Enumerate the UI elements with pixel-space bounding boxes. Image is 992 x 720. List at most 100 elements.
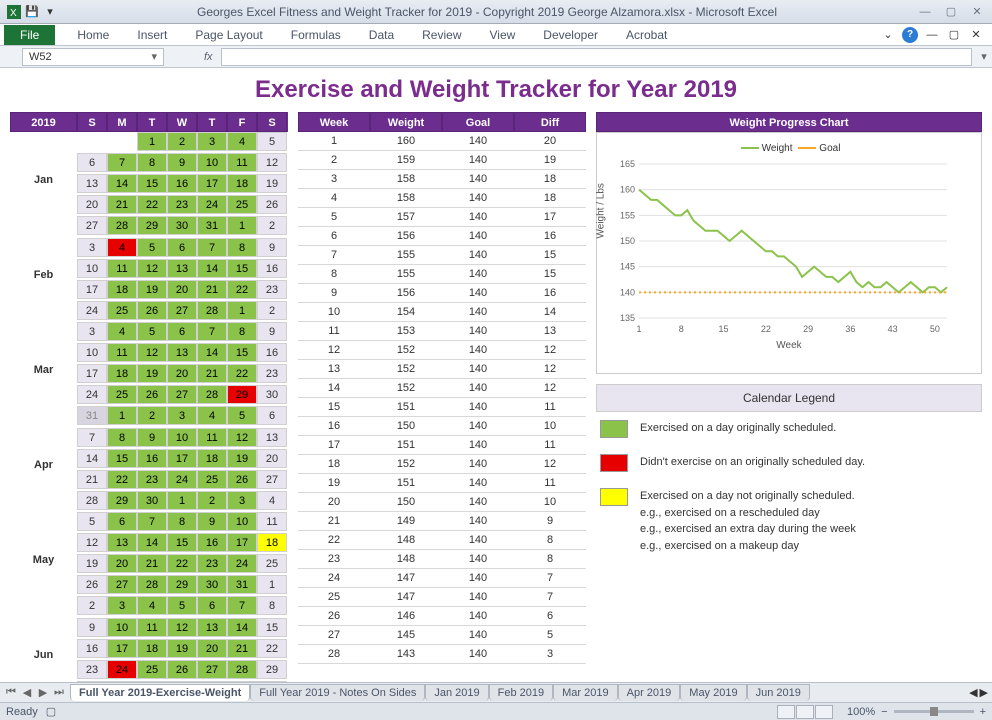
calendar-day[interactable]: 16 (257, 259, 287, 278)
calendar-day[interactable]: 9 (137, 428, 167, 447)
week-row[interactable]: 221481408 (298, 531, 586, 550)
calendar-day[interactable]: 5 (137, 238, 167, 257)
calendar-day[interactable]: 13 (167, 259, 197, 278)
calendar-day[interactable]: 24 (77, 385, 107, 404)
calendar-day[interactable]: 28 (137, 575, 167, 594)
week-row[interactable]: 815514015 (298, 265, 586, 284)
calendar-day[interactable]: 5 (257, 132, 287, 151)
calendar-day[interactable]: 7 (107, 153, 137, 172)
calendar-day[interactable]: 22 (227, 280, 257, 299)
calendar-day[interactable]: 9 (77, 618, 107, 637)
calendar-day[interactable]: 28 (107, 216, 137, 235)
week-row[interactable]: 211491409 (298, 512, 586, 531)
calendar-day[interactable]: 13 (197, 618, 227, 637)
week-row[interactable]: 1415214012 (298, 379, 586, 398)
calendar-day[interactable]: 10 (107, 618, 137, 637)
week-row[interactable]: 415814018 (298, 189, 586, 208)
calendar-day[interactable]: 19 (227, 449, 257, 468)
calendar-day[interactable]: 22 (227, 364, 257, 383)
sheet-tab[interactable]: Full Year 2019 - Notes On Sides (250, 684, 425, 701)
sheet-tab[interactable]: Jan 2019 (425, 684, 488, 701)
calendar-day[interactable]: 26 (137, 301, 167, 320)
calendar-day[interactable]: 16 (197, 533, 227, 552)
calendar-day[interactable]: 23 (77, 660, 107, 679)
calendar-day[interactable]: 15 (137, 174, 167, 193)
calendar-day[interactable]: 26 (257, 195, 287, 214)
calendar-day[interactable]: 6 (107, 512, 137, 531)
calendar-day[interactable]: 31 (197, 216, 227, 235)
calendar-day[interactable]: 16 (137, 449, 167, 468)
calendar-day[interactable]: 27 (257, 470, 287, 489)
calendar-day[interactable]: 10 (77, 259, 107, 278)
calendar-day[interactable]: 15 (227, 259, 257, 278)
calendar-day[interactable]: 4 (137, 596, 167, 615)
ribbon-tab-acrobat[interactable]: Acrobat (612, 25, 681, 45)
calendar-day[interactable]: 21 (197, 364, 227, 383)
week-table-body[interactable]: 1160140202159140193158140184158140185157… (298, 132, 586, 664)
calendar-day[interactable]: 27 (167, 385, 197, 404)
window-min-icon[interactable]: — (924, 27, 940, 43)
calendar-day[interactable]: 31 (77, 406, 107, 425)
calendar-day[interactable]: 11 (137, 618, 167, 637)
calendar-day[interactable]: 18 (107, 364, 137, 383)
calendar-day[interactable]: 2 (257, 301, 287, 320)
calendar-day[interactable]: 20 (257, 449, 287, 468)
calendar-day[interactable]: 14 (137, 533, 167, 552)
week-row[interactable]: 215914019 (298, 151, 586, 170)
week-row[interactable]: 2015014010 (298, 493, 586, 512)
calendar-day[interactable]: 6 (77, 153, 107, 172)
calendar-day[interactable]: 26 (137, 385, 167, 404)
page-layout-view-icon[interactable] (796, 705, 814, 719)
calendar-day[interactable]: 6 (167, 238, 197, 257)
calendar-day[interactable]: 24 (107, 660, 137, 679)
calendar-day[interactable]: 11 (197, 428, 227, 447)
week-row[interactable]: 1215214012 (298, 341, 586, 360)
zoom-in-icon[interactable]: + (980, 706, 986, 718)
week-row[interactable]: 1015414014 (298, 303, 586, 322)
week-row[interactable]: 251471407 (298, 588, 586, 607)
calendar-day[interactable]: 21 (227, 639, 257, 658)
ribbon-tab-home[interactable]: Home (63, 25, 123, 45)
calendar-day[interactable] (107, 132, 137, 151)
file-tab[interactable]: File (4, 25, 55, 45)
calendar-day[interactable]: 25 (257, 554, 287, 573)
calendar-day[interactable]: 26 (167, 660, 197, 679)
calendar-day[interactable]: 12 (167, 618, 197, 637)
calendar-day[interactable]: 14 (197, 259, 227, 278)
calendar-day[interactable]: 1 (137, 132, 167, 151)
calendar-day[interactable]: 18 (197, 449, 227, 468)
namebox-dropdown-icon[interactable]: ▾ (151, 50, 157, 63)
week-row[interactable]: 271451405 (298, 626, 586, 645)
calendar-day[interactable]: 6 (167, 322, 197, 341)
week-row[interactable]: 1115314013 (298, 322, 586, 341)
calendar-day[interactable]: 12 (137, 259, 167, 278)
formula-bar[interactable] (221, 48, 972, 66)
calendar-day[interactable]: 25 (197, 470, 227, 489)
calendar-day[interactable]: 2 (77, 596, 107, 615)
calendar-day[interactable]: 8 (257, 596, 287, 615)
tab-scroll-right-icon[interactable]: ▶ (980, 686, 988, 699)
calendar-day[interactable]: 12 (137, 343, 167, 362)
normal-view-icon[interactable] (777, 705, 795, 719)
calendar-day[interactable]: 22 (257, 639, 287, 658)
calendar-day[interactable]: 28 (227, 660, 257, 679)
ribbon-tab-insert[interactable]: Insert (123, 25, 181, 45)
week-row[interactable]: 261461406 (298, 607, 586, 626)
week-row[interactable]: 1315214012 (298, 360, 586, 379)
calendar-day[interactable]: 15 (257, 618, 287, 637)
calendar-day[interactable]: 14 (77, 449, 107, 468)
calendar-day[interactable]: 7 (197, 322, 227, 341)
calendar-day[interactable]: 4 (107, 238, 137, 257)
ribbon-tab-data[interactable]: Data (355, 25, 408, 45)
week-row[interactable]: 715514015 (298, 246, 586, 265)
calendar-day[interactable]: 21 (107, 195, 137, 214)
tab-first-icon[interactable]: ⏮ (4, 686, 18, 699)
tab-scroll-left-icon[interactable]: ◀ (969, 686, 977, 699)
calendar-day[interactable]: 29 (137, 216, 167, 235)
calendar-day[interactable]: 27 (167, 301, 197, 320)
calendar-day[interactable]: 16 (167, 174, 197, 193)
calendar-day[interactable]: 29 (167, 575, 197, 594)
sheet-tab[interactable]: Mar 2019 (553, 684, 617, 701)
zoom-out-icon[interactable]: − (881, 706, 887, 718)
week-row[interactable]: 1915114011 (298, 474, 586, 493)
